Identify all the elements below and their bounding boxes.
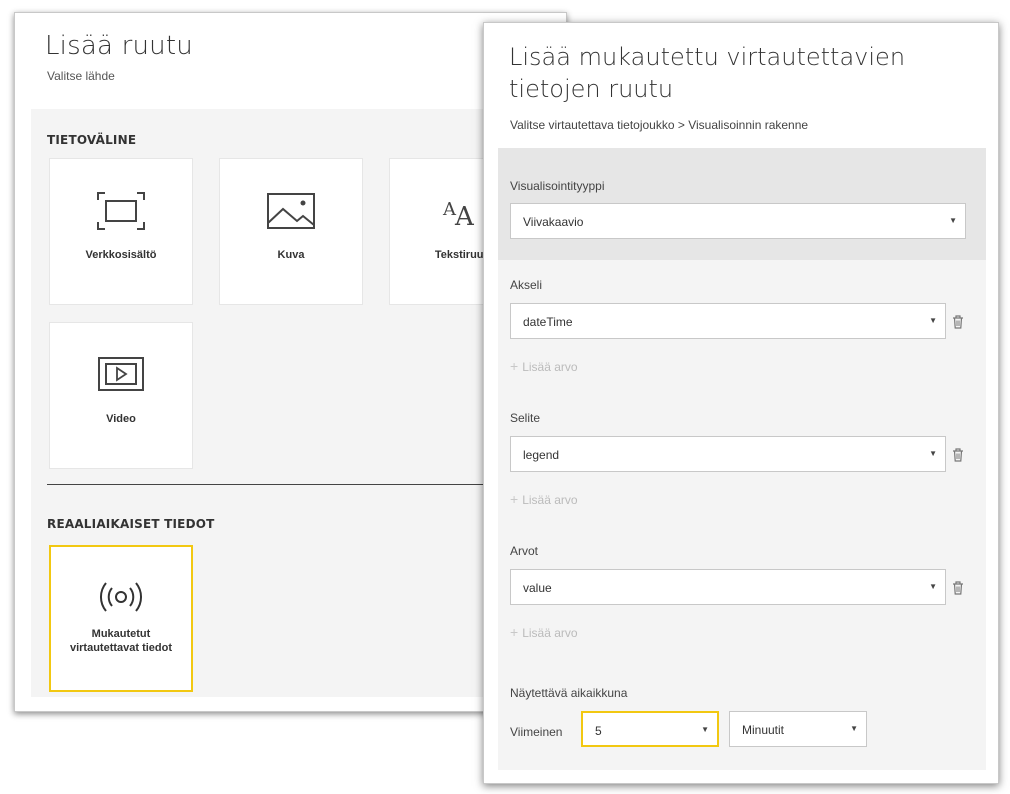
legend-label: Selite — [510, 411, 541, 425]
select-value: Minuutit — [742, 723, 785, 737]
dialog-title: Lisää mukautettu virtautettavien tietoje… — [509, 43, 906, 103]
tile-label: Video — [106, 413, 136, 425]
web-content-icon — [50, 189, 192, 233]
add-values-value-button[interactable]: + Lisää arvo — [510, 624, 578, 640]
visualization-type-section: Visualisointityyppi Viivakaavio ▼ — [498, 148, 986, 260]
chevron-down-icon: ▼ — [929, 582, 937, 591]
dialog-title: Lisää ruutu — [45, 31, 193, 61]
image-icon — [220, 189, 362, 233]
tile-label: Kuva — [277, 249, 305, 261]
media-section-title: TIETOVÄLINE — [47, 133, 137, 147]
chevron-down-icon: ▼ — [701, 725, 709, 734]
tile-image[interactable]: Kuva — [219, 158, 363, 305]
chevron-down-icon: ▼ — [949, 216, 957, 225]
time-window-unit-select[interactable]: Minuutit ▼ — [729, 711, 867, 747]
select-value: legend — [523, 448, 560, 462]
add-value-label: Lisää arvo — [522, 626, 578, 640]
add-axis-value-button[interactable]: + Lisää arvo — [510, 358, 578, 374]
tile-label: Verkkosisältö — [85, 249, 157, 261]
chevron-down-icon: ▼ — [929, 316, 937, 325]
values-select[interactable]: value ▼ — [510, 569, 946, 605]
add-value-label: Lisää arvo — [522, 360, 578, 374]
time-window-prefix: Viimeinen — [510, 725, 563, 739]
tile-video[interactable]: Video — [49, 322, 193, 469]
breadcrumb: Valitse virtautettava tietojoukko > Visu… — [510, 118, 809, 132]
dialog-subtitle: Valitse lähde — [47, 69, 115, 83]
chevron-down-icon: ▼ — [929, 449, 937, 458]
select-value: 5 — [595, 724, 602, 738]
axis-select[interactable]: dateTime ▼ — [510, 303, 946, 339]
add-value-label: Lisää arvo — [522, 493, 578, 507]
axis-label: Akseli — [510, 278, 543, 292]
visualization-type-label: Visualisointityyppi — [510, 179, 605, 193]
select-value: dateTime — [523, 315, 573, 329]
trash-icon[interactable] — [952, 448, 964, 462]
chevron-down-icon: ▼ — [850, 724, 858, 733]
trash-icon[interactable] — [952, 581, 964, 595]
visualization-type-select[interactable]: Viivakaavio ▼ — [510, 203, 966, 239]
video-icon — [50, 353, 192, 397]
trash-icon[interactable] — [952, 315, 964, 329]
plus-icon: + — [510, 491, 519, 507]
select-value: Viivakaavio — [523, 215, 584, 229]
add-legend-value-button[interactable]: + Lisää arvo — [510, 491, 578, 507]
plus-icon: + — [510, 358, 519, 374]
fields-section: Akseli dateTime ▼ + Lisää arvo Selite leg… — [498, 260, 986, 770]
select-value: value — [523, 581, 552, 595]
time-window-label: Näytettävä aikaikkuna — [510, 686, 628, 700]
custom-streaming-tile-dialog: Lisää mukautettu virtautettavien tietoje… — [483, 22, 999, 784]
values-label: Arvot — [510, 544, 539, 558]
tile-custom-streaming-data[interactable]: Mukautetut virtautettavat tiedot — [49, 545, 193, 692]
realtime-section-title: REAALIAIKAISET TIEDOT — [47, 517, 215, 531]
plus-icon: + — [510, 624, 519, 640]
tile-label: Mukautetut virtautettavat tiedot — [69, 628, 173, 654]
tile-web-content[interactable]: Verkkosisältö — [49, 158, 193, 305]
time-window-amount-select[interactable]: 5 ▼ — [581, 711, 719, 747]
streaming-icon — [51, 575, 191, 619]
legend-select[interactable]: legend ▼ — [510, 436, 946, 472]
svg-text:A: A — [454, 202, 475, 231]
